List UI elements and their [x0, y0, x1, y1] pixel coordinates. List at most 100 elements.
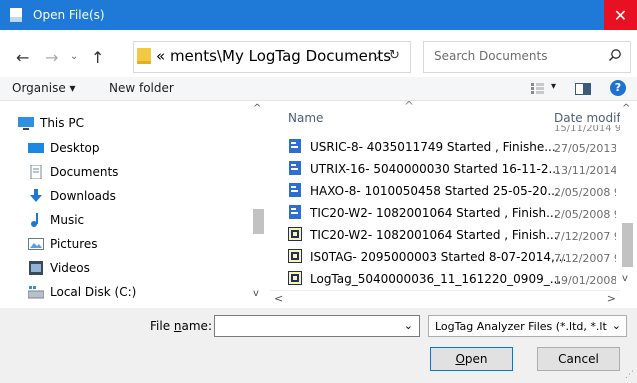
help-icon[interactable]: ? [610, 80, 626, 96]
folder-icon [137, 48, 151, 64]
nav-item-label: Music [50, 213, 85, 227]
file-name: HAXO-8- 1010050458 Started 25-05-20... [310, 184, 559, 198]
file-list: Name ^ Date modifie 15/11/2014 9 USRIC-8… [270, 99, 635, 308]
file-type-select[interactable]: LogTag Analyzer Files (*.ltd, *.lt ⌄ [428, 315, 627, 337]
file-scroll-thumb[interactable] [622, 223, 633, 267]
resize-grip-icon[interactable]: ⋰ [625, 370, 634, 380]
logtag-file-icon [289, 205, 301, 219]
file-row[interactable]: TIC20-W2- 1082001064 Started , Finish...… [270, 224, 620, 246]
nav-item-label: Downloads [50, 189, 116, 203]
filename-label: File name: [150, 319, 212, 333]
nav-item-label: This PC [40, 116, 84, 130]
nav-item-downloads[interactable]: Downloads [0, 186, 250, 208]
back-arrow-icon[interactable]: ← [16, 48, 29, 67]
file-name: TIC20-W2- 1082001064 Started , Finish... [310, 228, 558, 242]
file-row[interactable]: USRIC-8- 4035011749 Started , Finishe...… [270, 136, 620, 158]
nav-scrollbar[interactable]: ^ v [251, 103, 266, 308]
open-label: pen [464, 352, 488, 366]
file-date: 19/01/2008 8 [554, 274, 616, 287]
search-icon[interactable] [608, 48, 622, 62]
file-type-dropdown-icon[interactable]: ⌄ [612, 319, 621, 332]
view-options-icon[interactable] [531, 83, 544, 94]
sort-indicator-icon: ^ [404, 99, 415, 113]
file-name: UTRIX-16- 5040000030 Started 16-11-2... [310, 162, 560, 176]
nav-item-documents[interactable]: Documents [0, 162, 250, 184]
column-header-name[interactable]: Name [288, 111, 323, 125]
documents-icon [30, 165, 42, 179]
file-row[interactable]: IS0TAG- 2095000003 Started 8-07-2014,...… [270, 246, 620, 268]
nav-item-label: Videos [50, 261, 90, 275]
recent-locations-chevron-icon[interactable]: ⌄ [70, 51, 78, 62]
window-title: Open File(s) [33, 8, 105, 22]
address-bar[interactable]: « ments\My LogTag Documents ⌄ ↻ [133, 41, 411, 73]
open-button[interactable]: Open [430, 347, 513, 371]
nav-item-this-pc[interactable]: This PC [0, 113, 250, 135]
file-date: 2/05/2008 9:5 [554, 186, 616, 199]
downloads-icon [30, 189, 42, 202]
logtag-alt-file-icon [288, 271, 302, 285]
scroll-right-icon[interactable]: > [607, 292, 616, 305]
file-name: LogTag_5040000036_11_161220_0909_... [310, 272, 562, 286]
nav-scroll-thumb[interactable] [253, 209, 264, 234]
nav-item-videos[interactable]: Videos [0, 258, 250, 280]
nav-item-label: Desktop [50, 141, 100, 155]
nav-item-label: Documents [50, 165, 119, 179]
file-date: 2/05/2008 9:5 [554, 208, 616, 221]
nav-item-local-disk[interactable]: Local Disk (C:) [0, 282, 250, 304]
partial-date-cell: 15/11/2014 9 [554, 125, 622, 133]
file-row[interactable]: UTRIX-16- 5040000030 Started 16-11-2... … [270, 158, 620, 180]
address-path: « ments\My LogTag Documents [156, 47, 392, 65]
pictures-icon [28, 238, 44, 250]
logtag-alt-file-icon [288, 249, 302, 263]
scroll-down-icon[interactable]: v [622, 273, 628, 284]
close-button[interactable]: ✕ [604, 0, 637, 30]
file-name: USRIC-8- 4035011749 Started , Finishe... [310, 140, 556, 154]
nav-item-label: Pictures [50, 237, 98, 251]
scroll-down-icon[interactable]: v [253, 288, 259, 299]
logtag-file-icon [289, 183, 301, 197]
scroll-left-icon[interactable]: < [274, 292, 283, 305]
organise-button[interactable]: Organise ▾ [12, 81, 76, 95]
computer-icon [18, 117, 34, 130]
nav-item-pictures[interactable]: Pictures [0, 234, 250, 256]
file-date: 7/12/2007 9:2 [554, 252, 616, 265]
filename-dropdown-icon[interactable]: ⌄ [404, 319, 413, 332]
command-bar: Organise ▾ New folder ▾ ? [0, 77, 637, 101]
cancel-button[interactable]: Cancel [537, 347, 620, 371]
address-dropdown-icon[interactable]: ⌄ [372, 49, 381, 62]
filename-field[interactable]: ⌄ [214, 315, 420, 337]
navigation-bar: ← → ⌄ ↑ « ments\My LogTag Documents ⌄ ↻ … [0, 30, 637, 82]
scroll-up-icon[interactable]: ^ [622, 103, 630, 114]
file-horizontal-scrollbar[interactable]: < > [270, 290, 620, 308]
forward-arrow-icon[interactable]: → [45, 48, 58, 67]
dialog-footer: File name: ⌄ LogTag Analyzer Files (*.lt… [0, 308, 637, 383]
nav-item-label: Local Disk (C:) [50, 285, 137, 299]
search-input[interactable]: Search Documents [423, 41, 631, 73]
file-row[interactable]: TIC20-W2- 1082001064 Started , Finish...… [270, 202, 620, 224]
open-accel: O [455, 352, 465, 366]
dialog-file-icon [10, 8, 22, 22]
close-icon: ✕ [613, 5, 628, 25]
desktop-icon [28, 143, 44, 153]
file-row[interactable]: HAXO-8- 1010050458 Started 25-05-20... 2… [270, 180, 620, 202]
file-type-value: LogTag Analyzer Files (*.ltd, *.lt [435, 320, 607, 333]
new-folder-button[interactable]: New folder [109, 81, 174, 95]
drive-icon [28, 286, 44, 299]
file-row[interactable]: LogTag_5040000036_11_161220_0909_... 19/… [270, 268, 620, 290]
navigation-pane: This PC Desktop Documents Downloads Musi… [0, 103, 268, 308]
search-placeholder: Search Documents [434, 49, 548, 63]
view-dropdown-icon[interactable]: ▾ [551, 81, 556, 92]
file-name: IS0TAG- 2095000003 Started 8-07-2014,... [310, 250, 567, 264]
refresh-icon[interactable]: ↻ [389, 48, 400, 63]
filename-label-pre: File [150, 319, 174, 333]
file-date: 27/05/2013 6 [554, 142, 616, 155]
title-bar[interactable]: Open File(s) ✕ [0, 0, 637, 30]
nav-item-desktop[interactable]: Desktop [0, 138, 250, 160]
nav-item-music[interactable]: Music [0, 210, 250, 232]
up-arrow-icon[interactable]: ↑ [91, 48, 104, 67]
file-vertical-scrollbar[interactable]: ^ v [620, 103, 635, 290]
preview-pane-icon[interactable] [575, 83, 591, 95]
logtag-alt-file-icon [288, 227, 302, 241]
scroll-up-icon[interactable]: ^ [253, 103, 261, 114]
file-date: 7/12/2007 9:2 [554, 230, 616, 243]
